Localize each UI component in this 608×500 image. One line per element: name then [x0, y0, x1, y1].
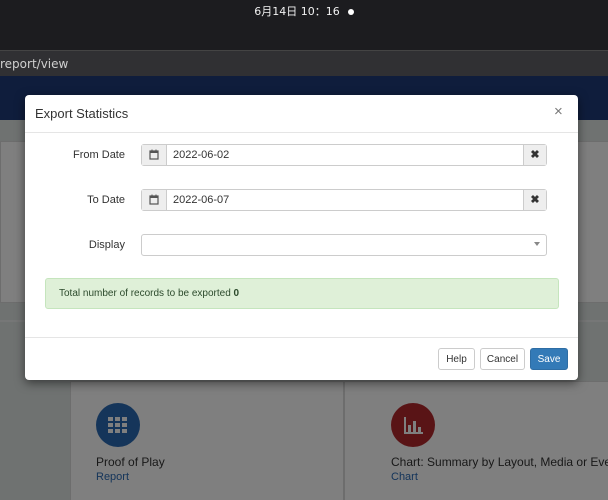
to-date-label: To Date	[87, 194, 125, 206]
calendar-icon[interactable]	[142, 145, 167, 165]
modal-footer: Help Cancel Save	[25, 337, 578, 381]
save-button[interactable]: Save	[530, 348, 568, 370]
system-top-bar: 6月14日 10：16	[0, 0, 608, 50]
cancel-button[interactable]: Cancel	[480, 348, 525, 370]
display-select[interactable]	[141, 234, 547, 256]
export-statistics-modal: Export Statistics × From Date 2022-06-02…	[25, 95, 578, 380]
clock-text: 6月14日 10：16	[254, 5, 340, 18]
status-dot-icon	[347, 9, 354, 15]
alert-message: Total number of records to be exported	[59, 288, 231, 299]
to-date-value[interactable]: 2022-06-07	[173, 194, 229, 206]
modal-header: Export Statistics ×	[25, 95, 578, 133]
records-count-alert: Total number of records to be exported 0	[45, 278, 559, 309]
alert-text: Total number of records to be exported 0	[59, 288, 239, 299]
clear-from-date-icon[interactable]: ✖	[523, 145, 546, 165]
system-clock[interactable]: 6月14日 10：16	[0, 3, 608, 19]
calendar-icon[interactable]	[142, 190, 167, 210]
close-button[interactable]: ×	[554, 103, 563, 120]
url-text: report/view	[0, 57, 69, 71]
help-button[interactable]: Help	[438, 348, 475, 370]
modal-title: Export Statistics	[35, 106, 129, 121]
caret-down-icon	[534, 242, 540, 246]
from-date-input-group[interactable]: 2022-06-02 ✖	[141, 144, 547, 166]
record-count: 0	[233, 288, 240, 299]
to-date-input-group[interactable]: 2022-06-07 ✖	[141, 189, 547, 211]
clear-to-date-icon[interactable]: ✖	[523, 190, 546, 210]
from-date-value[interactable]: 2022-06-02	[173, 149, 229, 161]
from-date-label: From Date	[73, 149, 125, 161]
browser-url-bar[interactable]: report/view	[0, 50, 608, 77]
display-label: Display	[88, 239, 125, 251]
